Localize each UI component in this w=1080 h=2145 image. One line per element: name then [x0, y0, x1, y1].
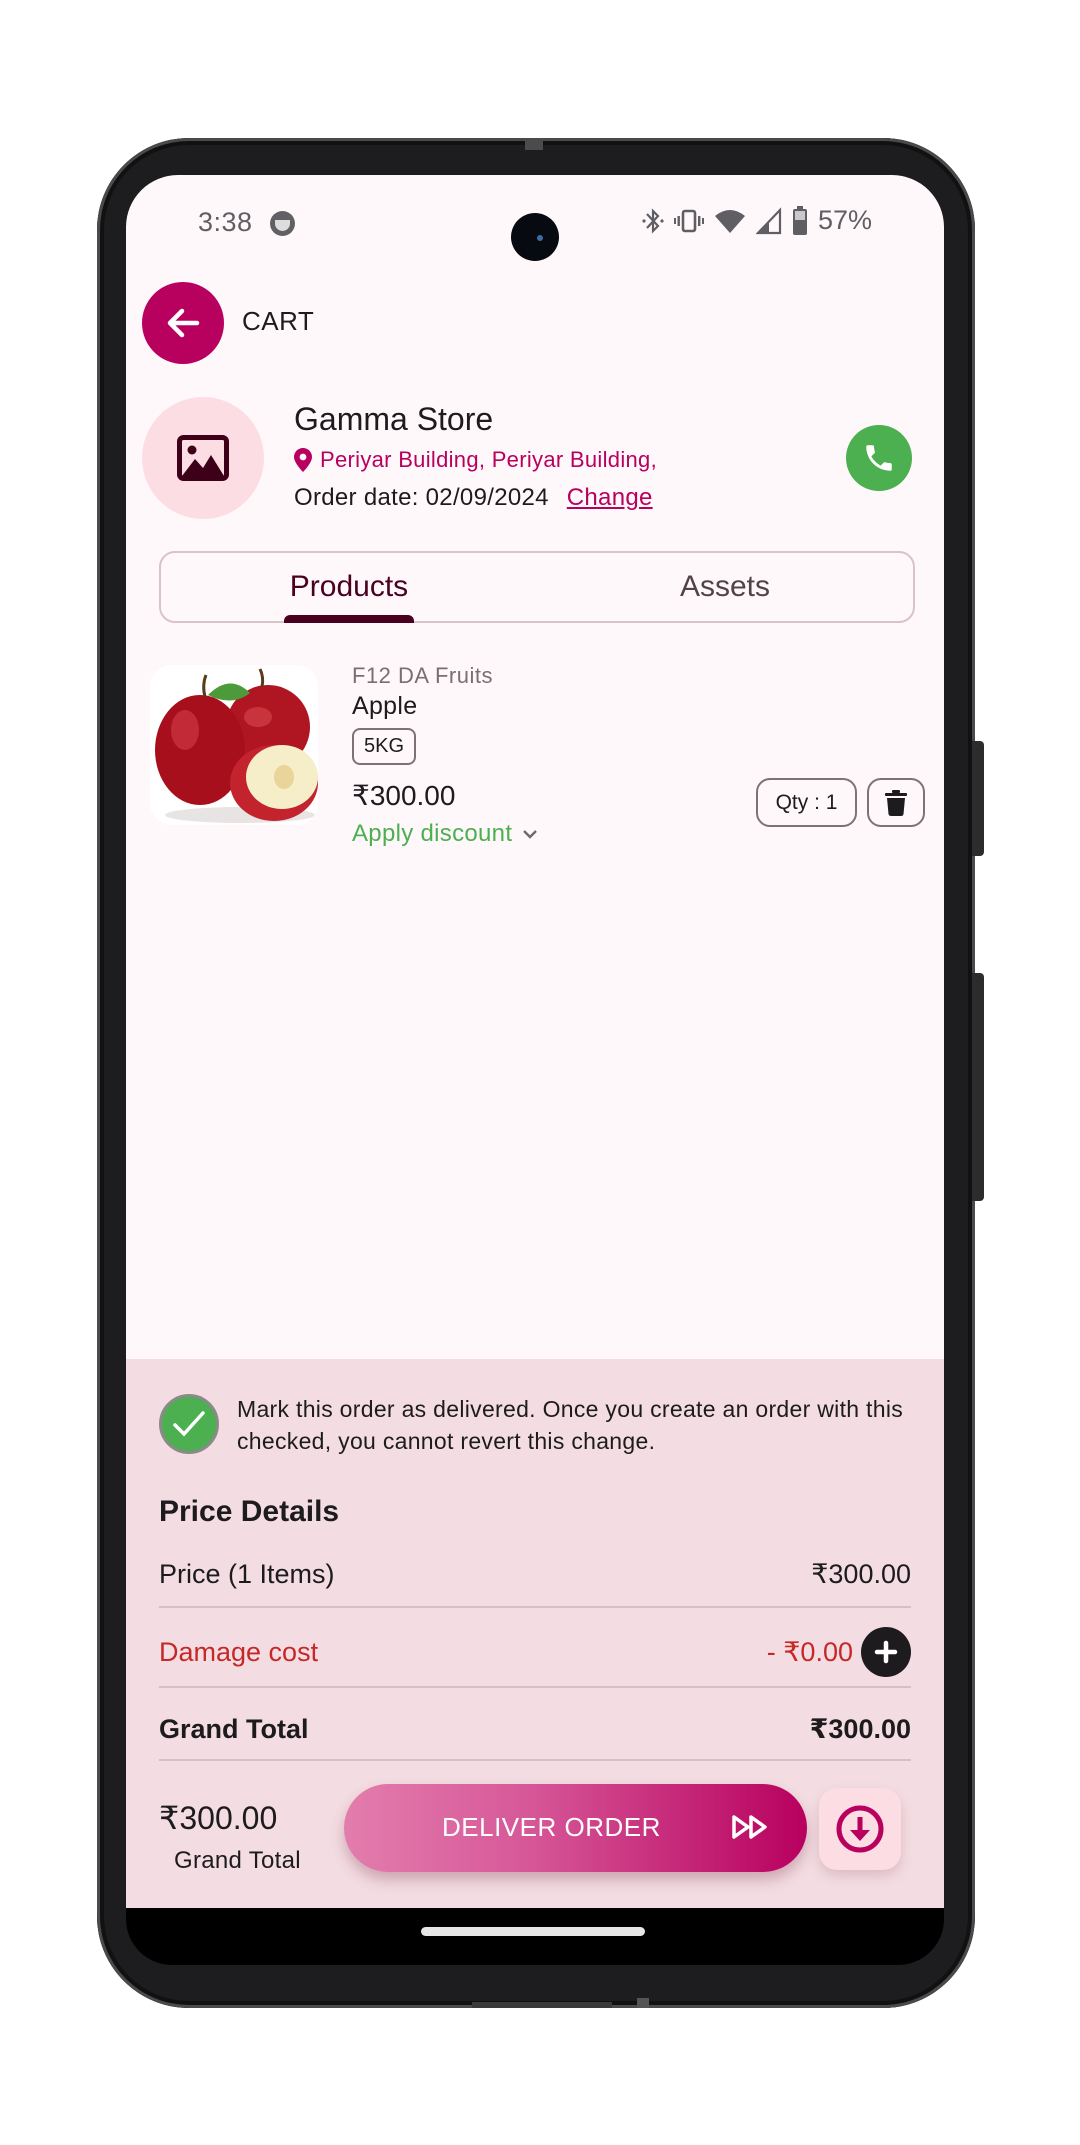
call-store-button[interactable]: [846, 425, 912, 491]
footer-total-label: Grand Total: [174, 1847, 301, 1874]
add-damage-cost-button[interactable]: [861, 1627, 911, 1677]
check-icon: [173, 1411, 205, 1437]
order-date: Order date: 02/09/2024: [294, 484, 549, 511]
cart-screen: 3:38 57% CART Gamma Store Periyar Buildi…: [126, 175, 944, 1908]
device-bottom-seam: [637, 1998, 649, 2008]
status-bar: 3:38 57%: [126, 203, 944, 261]
page-title: CART: [242, 306, 315, 336]
fast-forward-icon: [732, 1815, 767, 1839]
device-speaker-slot: [472, 2002, 612, 2008]
damage-cost-value: - ₹0.00: [766, 1636, 853, 1667]
divider: [159, 1686, 911, 1688]
location-pin-icon: [294, 448, 312, 472]
store-address-text: Periyar Building, Periyar Building,: [320, 447, 657, 472]
chevron-down-icon: [523, 830, 538, 839]
price-details-heading: Price Details: [159, 1495, 340, 1528]
divider: [159, 1606, 911, 1608]
tab-assets-label: Assets: [679, 570, 771, 603]
home-indicator[interactable]: [421, 1927, 645, 1936]
back-button[interactable]: [142, 282, 224, 364]
product-price: ₹300.00: [352, 780, 456, 811]
arrow-left-icon: [167, 308, 200, 338]
volume-button: [972, 973, 984, 1201]
device-top-seam: [525, 138, 543, 150]
change-date-link[interactable]: Change: [567, 484, 653, 512]
grand-total-value: ₹300.00: [809, 1713, 911, 1744]
tab-bar: Products Assets: [159, 551, 915, 623]
price-row-items: Price (1 Items) ₹300.00: [159, 1553, 911, 1595]
divider: [159, 1759, 911, 1761]
damage-cost-group: - ₹0.00: [767, 1627, 911, 1677]
plus-icon: [874, 1640, 898, 1664]
apply-discount-label: Apply discount: [352, 820, 513, 847]
store-name: Gamma Store: [294, 401, 494, 437]
phone-icon: [866, 445, 892, 471]
tab-products[interactable]: Products: [161, 553, 537, 623]
tab-products-label: Products: [289, 570, 409, 603]
price-row-label: Price (1 Items): [159, 1558, 335, 1589]
download-circle-icon: [836, 1805, 884, 1853]
tab-assets[interactable]: Assets: [537, 553, 913, 621]
bluetooth-icon: [642, 207, 664, 234]
product-brand: F12 DA Fruits: [352, 663, 493, 688]
quantity-button[interactable]: Qty : 1: [756, 778, 857, 827]
vibrate-icon: [673, 209, 704, 232]
phone-screen: 3:38 57% CART Gamma Store Periyar Buildi…: [126, 175, 944, 1965]
order-date-row: Order date: 02/09/2024 Change: [294, 484, 653, 512]
status-time: 3:38: [198, 207, 253, 237]
front-camera: [511, 213, 559, 261]
status-icons: 57%: [642, 205, 872, 236]
store-address: Periyar Building, Periyar Building,: [294, 447, 657, 473]
battery-icon: [792, 205, 807, 235]
product-unit-badge: 5KG: [352, 728, 417, 765]
mark-delivered-text: Mark this order as delivered. Once you c…: [237, 1396, 904, 1454]
image-placeholder-icon: [177, 435, 229, 481]
order-summary-panel: Mark this order as delivered. Once you c…: [126, 1359, 944, 1908]
footer-total-amount: ₹300.00: [159, 1800, 278, 1836]
active-tab-indicator: [284, 615, 414, 623]
wifi-icon: [714, 209, 745, 233]
battery-percent: 57%: [817, 205, 872, 235]
store-avatar: [142, 397, 264, 519]
product-image: [150, 665, 318, 825]
grand-total-label: Grand Total: [159, 1713, 309, 1744]
damage-cost-label: Damage cost: [159, 1636, 319, 1667]
apple-image: [150, 665, 318, 825]
face-notification-icon: [270, 211, 295, 236]
mark-delivered-checkbox[interactable]: [159, 1394, 219, 1454]
deliver-order-button[interactable]: DELIVER ORDER: [344, 1784, 807, 1872]
price-row-grand-total: Grand Total ₹300.00: [159, 1708, 911, 1750]
price-row-value: ₹300.00: [811, 1558, 911, 1589]
download-button[interactable]: [819, 1788, 901, 1870]
product-name: Apple: [352, 692, 418, 720]
apply-discount-toggle[interactable]: Apply discount: [352, 820, 538, 848]
deliver-order-label: DELIVER ORDER: [442, 1812, 661, 1842]
cell-signal-icon: [755, 206, 782, 234]
price-row-damage: Damage cost - ₹0.00: [159, 1624, 911, 1680]
delete-product-button[interactable]: [867, 778, 925, 827]
trash-icon: [885, 789, 907, 816]
power-button: [972, 741, 984, 856]
